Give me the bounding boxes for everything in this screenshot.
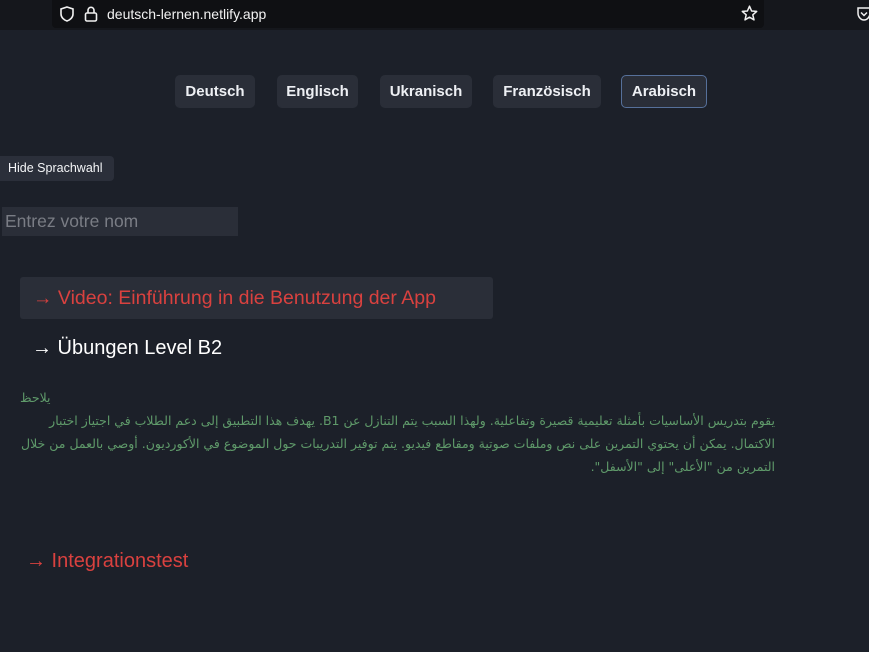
lang-button-englisch[interactable]: Englisch	[277, 75, 358, 108]
note-title: يلاحظ	[20, 390, 51, 405]
pocket-icon[interactable]	[856, 6, 869, 22]
star-icon[interactable]	[741, 5, 758, 22]
lang-button-arabisch[interactable]: Arabisch	[621, 75, 707, 108]
hide-language-selection-button[interactable]: Hide Sprachwahl	[0, 156, 114, 181]
app-root: deutsch-lernen.netlify.app Deutsch Engli…	[0, 0, 869, 652]
shield-icon[interactable]	[60, 6, 74, 22]
lang-button-deutsch[interactable]: Deutsch	[175, 75, 255, 108]
lock-icon[interactable]	[84, 6, 98, 22]
name-input[interactable]	[2, 207, 238, 236]
integration-test-link[interactable]: → Integrationstest	[26, 549, 188, 573]
lang-button-ukranisch[interactable]: Ukranisch	[380, 75, 472, 108]
exercises-b2-link[interactable]: → Übungen Level B2	[32, 336, 222, 360]
note-body: يقوم بتدريس الأساسيات بأمثلة تعليمية قصي…	[21, 413, 775, 474]
browser-toolbar: deutsch-lernen.netlify.app	[0, 0, 869, 30]
note-section: يلاحظ يقوم بتدريس الأساسيات بأمثلة تعليم…	[20, 386, 775, 478]
video-intro-link[interactable]: → Video: Einführung in die Benutzung der…	[20, 277, 493, 319]
url-text[interactable]: deutsch-lernen.netlify.app	[107, 6, 266, 22]
lang-button-franzoesisch[interactable]: Französisch	[493, 75, 601, 108]
